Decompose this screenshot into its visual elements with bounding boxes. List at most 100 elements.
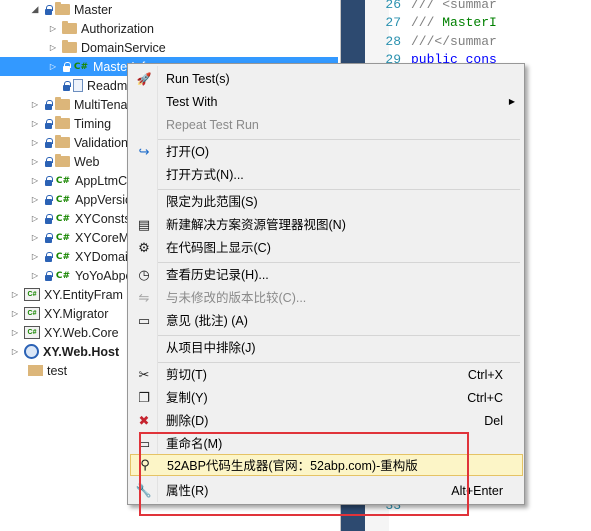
folder-icon xyxy=(62,21,77,34)
menu-icon-spacer xyxy=(130,164,158,186)
expand-arrow-icon[interactable]: ▷ xyxy=(30,271,40,281)
menu-item-run-tests[interactable]: 🚀 Run Test(s) xyxy=(130,68,523,90)
csharp-project-icon: C# xyxy=(24,326,40,339)
menu-item-label: 新建解决方案资源管理器视图(N) xyxy=(166,218,346,232)
folder-icon xyxy=(55,97,70,110)
lock-icon xyxy=(44,99,53,110)
menu-item-compare-unmodified: ⇋ 与未修改的版本比较(C)... xyxy=(130,287,523,309)
code-token: /// xyxy=(411,15,443,30)
rocket-icon: 🚀 xyxy=(136,72,152,86)
lock-icon xyxy=(62,61,71,72)
lock-icon xyxy=(44,251,53,262)
menu-item-shortcut: Ctrl+X xyxy=(467,368,503,382)
tree-item-label: XY.Migrator xyxy=(44,306,109,321)
expand-arrow-icon[interactable]: ▷ xyxy=(30,214,40,224)
tree-item-label: YoYoAbpe xyxy=(75,268,133,283)
tree-item[interactable]: ▷ DomainService xyxy=(0,38,338,57)
menu-item-shortcut: Del xyxy=(484,414,503,428)
open-arrow-icon: ↪ xyxy=(138,144,150,159)
csharp-project-icon: C# xyxy=(24,288,40,301)
code-line: /// MasterI xyxy=(411,15,497,30)
menu-icon-spacer xyxy=(130,337,158,359)
lock-icon xyxy=(44,175,53,186)
menu-item-copy[interactable]: ❐ 复制(Y) Ctrl+C xyxy=(130,387,523,409)
explorer-view-icon: ▤ xyxy=(137,217,151,232)
expand-arrow-icon[interactable]: ▷ xyxy=(10,328,20,338)
compare-icon: ⇋ xyxy=(138,290,150,305)
expand-arrow-icon[interactable]: ▷ xyxy=(48,62,58,72)
expand-arrow-icon[interactable]: ▷ xyxy=(30,195,40,205)
lock-icon xyxy=(44,137,53,148)
code-line: /// <summar xyxy=(411,0,497,12)
lock-icon xyxy=(44,4,53,15)
menu-item-open-with[interactable]: 打开方式(N)... xyxy=(130,164,523,186)
folder-icon xyxy=(55,135,70,148)
tree-item[interactable]: ◢ Master xyxy=(0,0,338,19)
csharp-file-icon: C# xyxy=(55,251,71,262)
lock-icon xyxy=(44,118,53,129)
tree-item-label: AppLtmCo xyxy=(75,173,135,188)
code-token: ///</summar xyxy=(411,34,497,49)
expand-arrow-icon[interactable]: ▷ xyxy=(30,100,40,110)
web-project-icon xyxy=(24,344,39,359)
document-icon xyxy=(73,79,83,92)
line-number: 26 xyxy=(385,0,401,12)
expand-arrow-icon[interactable]: ▷ xyxy=(48,24,58,34)
expand-arrow-icon[interactable]: ▷ xyxy=(30,138,40,148)
tree-item-label: XY.EntityFram xyxy=(44,287,123,302)
menu-item-label: 删除(D) xyxy=(166,414,209,428)
tree-item[interactable]: ▷ Authorization xyxy=(0,19,338,38)
tree-item-label: Readm xyxy=(87,78,128,93)
red-highlight-annotation xyxy=(139,432,469,516)
menu-separator xyxy=(158,335,520,336)
tree-item-label: Timing xyxy=(74,116,112,131)
menu-item-label: 在代码图上显示(C) xyxy=(166,241,271,255)
csharp-file-icon: C# xyxy=(55,270,71,281)
expand-arrow-icon[interactable]: ▷ xyxy=(48,43,58,53)
tree-item-label: Master xyxy=(74,2,113,17)
submenu-arrow-icon: ▶ xyxy=(508,97,515,106)
csharp-file-icon: C# xyxy=(55,213,71,224)
tree-item-label: XY.Web.Core xyxy=(44,325,119,340)
menu-item-label: 与未修改的版本比较(C)... xyxy=(166,291,307,305)
collapse-arrow-icon[interactable]: ◢ xyxy=(30,4,40,15)
menu-item-label: 查看历史记录(H)... xyxy=(166,268,269,282)
cut-icon: ✂ xyxy=(138,367,150,382)
csharp-file-icon: C# xyxy=(73,61,89,72)
expand-arrow-icon[interactable]: ▷ xyxy=(10,347,20,357)
menu-item-comment[interactable]: ▭ 意见 (批注) (A) xyxy=(130,310,523,332)
menu-item-scope-to-this[interactable]: 限定为此范围(S) xyxy=(130,191,523,213)
menu-item-label: Repeat Test Run xyxy=(166,118,259,132)
menu-item-delete[interactable]: ✖ 删除(D) Del xyxy=(130,410,523,432)
lock-icon xyxy=(44,232,53,243)
tree-item-label: test xyxy=(47,363,68,378)
tree-item-label: DomainService xyxy=(81,40,166,55)
tree-item-label: Validation xyxy=(74,135,128,150)
copy-icon: ❐ xyxy=(138,390,150,405)
expand-arrow-icon[interactable]: ▷ xyxy=(30,176,40,186)
expand-arrow-icon[interactable]: ▷ xyxy=(30,157,40,167)
menu-item-repeat-test-run: Repeat Test Run xyxy=(130,114,523,136)
expand-arrow-icon[interactable]: ▷ xyxy=(30,233,40,243)
code-line: ///</summar xyxy=(411,34,497,49)
expand-arrow-icon[interactable]: ▷ xyxy=(30,119,40,129)
menu-item-cut[interactable]: ✂ 剪切(T) Ctrl+X xyxy=(130,364,523,386)
expand-arrow-icon[interactable]: ▷ xyxy=(10,309,20,319)
menu-item-view-history[interactable]: ◷ 查看历史记录(H)... xyxy=(130,264,523,286)
tree-item-label: Web xyxy=(74,154,100,169)
menu-item-test-with[interactable]: Test With ▶ xyxy=(130,91,523,113)
menu-item-show-on-code-map[interactable]: ⚙ 在代码图上显示(C) xyxy=(130,237,523,259)
tree-item-label: MultiTena xyxy=(74,97,128,112)
tree-item-label: XYDomain xyxy=(75,249,135,264)
menu-item-label: 打开方式(N)... xyxy=(166,168,244,182)
csharp-file-icon: C# xyxy=(55,194,71,205)
tree-item-label: XY.Web.Host xyxy=(43,344,120,359)
menu-item-open[interactable]: ↪ 打开(O) xyxy=(130,141,523,163)
menu-item-new-solution-explorer-view[interactable]: ▤ 新建解决方案资源管理器视图(N) xyxy=(130,214,523,236)
menu-item-exclude-from-project[interactable]: 从项目中排除(J) xyxy=(130,337,523,359)
expand-arrow-icon[interactable]: ▷ xyxy=(30,252,40,262)
lock-icon xyxy=(44,156,53,167)
history-icon: ◷ xyxy=(138,267,150,282)
expand-arrow-icon[interactable]: ▷ xyxy=(10,290,20,300)
